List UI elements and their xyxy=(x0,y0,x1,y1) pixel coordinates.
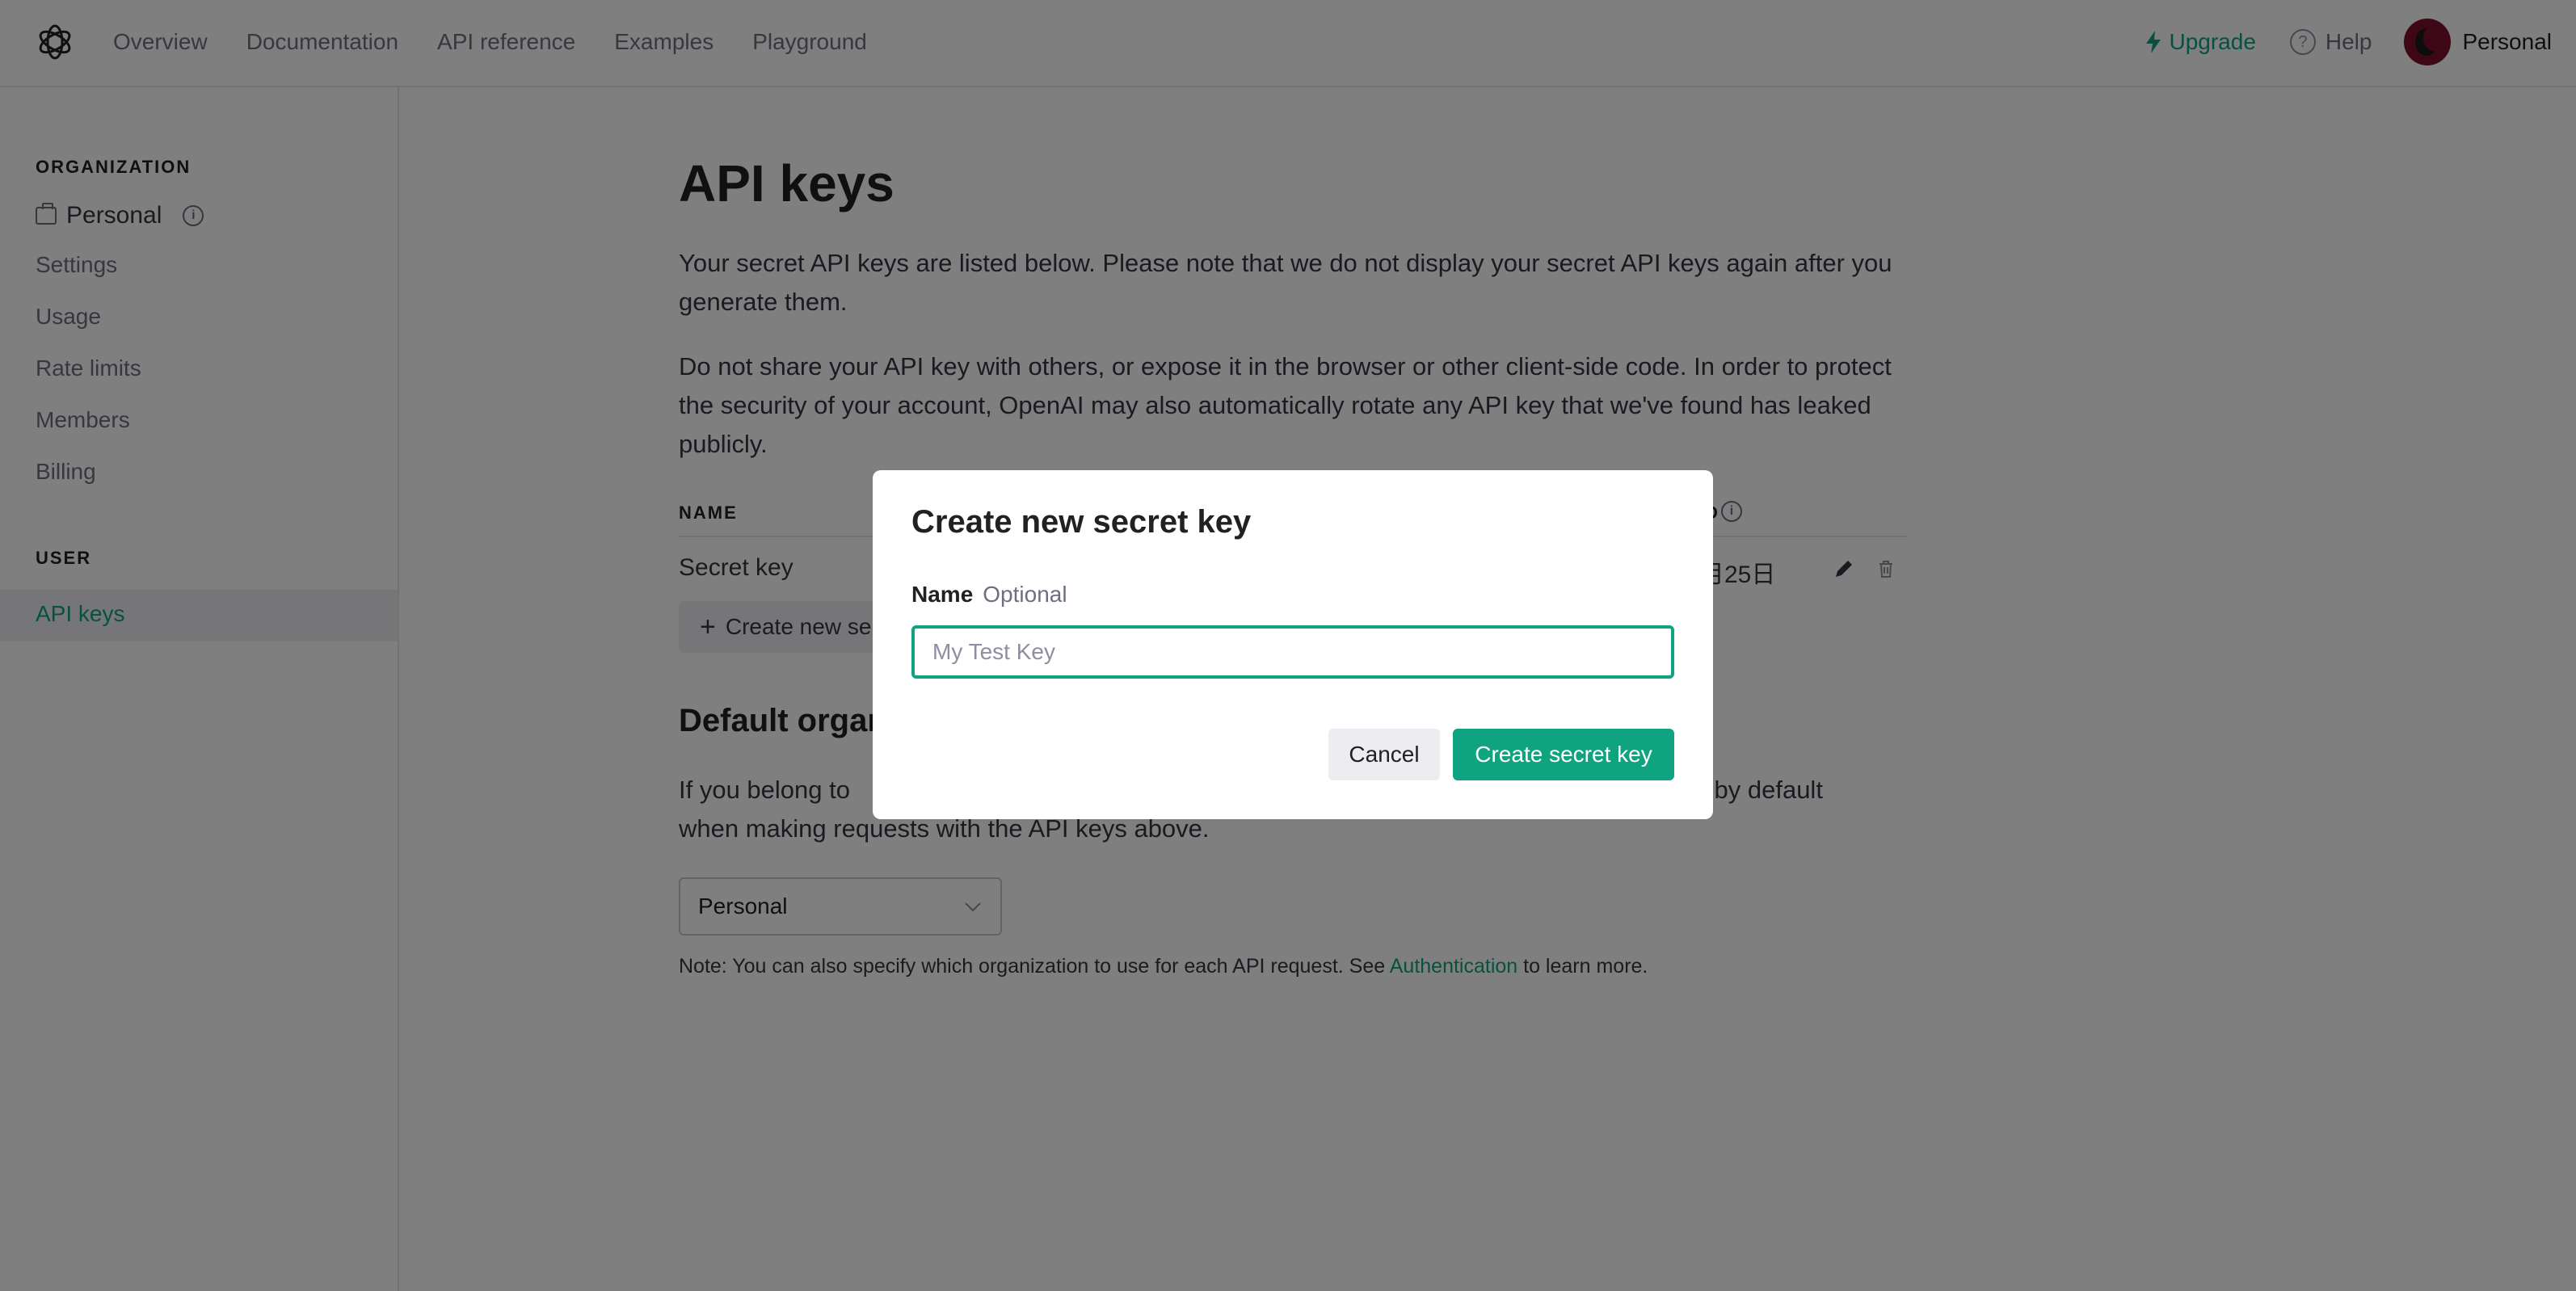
optional-label: Optional xyxy=(983,582,1067,607)
create-key-modal: Create new secret key Name Optional Cance… xyxy=(873,470,1713,819)
key-name-input[interactable] xyxy=(911,625,1674,679)
name-field-label: Name Optional xyxy=(911,582,1067,608)
create-secret-key-button[interactable]: Create secret key xyxy=(1453,729,1674,780)
modal-title: Create new secret key xyxy=(911,504,1252,540)
name-label: Name xyxy=(911,582,974,607)
cancel-button[interactable]: Cancel xyxy=(1328,729,1440,780)
